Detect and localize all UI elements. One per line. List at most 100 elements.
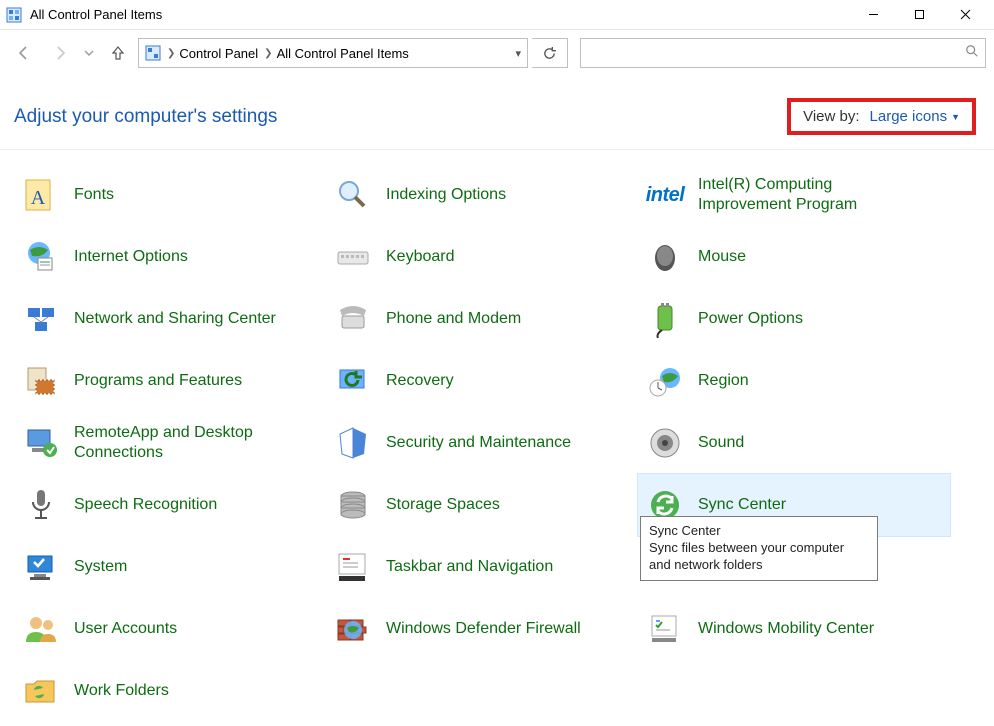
- breadcrumb-root-label: Control Panel: [179, 46, 258, 61]
- firewall-icon: [334, 610, 372, 648]
- programs-features-icon: [22, 362, 60, 400]
- chevron-down-icon: ▼: [951, 112, 960, 122]
- remoteapp-icon: [22, 424, 60, 462]
- item-recovery[interactable]: Recovery: [326, 350, 638, 412]
- item-fonts[interactable]: A Fonts: [14, 164, 326, 226]
- item-storage-spaces[interactable]: Storage Spaces: [326, 474, 638, 536]
- breadcrumb-current[interactable]: ❯ All Control Panel Items: [264, 46, 409, 61]
- up-button[interactable]: [102, 37, 134, 69]
- item-network-sharing-center[interactable]: Network and Sharing Center: [14, 288, 326, 350]
- item-user-accounts[interactable]: User Accounts: [14, 598, 326, 660]
- control-panel-grid: A Fonts Indexing Options intel Intel(R) …: [0, 150, 994, 722]
- item-sound[interactable]: Sound: [638, 412, 950, 474]
- taskbar-navigation-icon: [334, 548, 372, 586]
- address-bar[interactable]: ❯ Control Panel ❯ All Control Panel Item…: [138, 38, 528, 68]
- item-label: Internet Options: [74, 247, 188, 267]
- item-label: Mouse: [698, 247, 746, 267]
- item-label: Fonts: [74, 185, 114, 205]
- item-label: Programs and Features: [74, 371, 242, 391]
- item-work-folders[interactable]: Work Folders: [14, 660, 326, 722]
- item-indexing-options[interactable]: Indexing Options: [326, 164, 638, 226]
- item-label: Indexing Options: [386, 185, 506, 205]
- item-taskbar-navigation[interactable]: Taskbar and Navigation: [326, 536, 638, 598]
- svg-text:A: A: [31, 187, 46, 209]
- item-label: Intel(R) Computing Improvement Program: [698, 175, 928, 215]
- breadcrumb-current-label: All Control Panel Items: [277, 46, 409, 61]
- item-label: Security and Maintenance: [386, 433, 571, 453]
- system-icon: [22, 548, 60, 586]
- item-label: Windows Defender Firewall: [386, 619, 581, 639]
- item-phone-modem[interactable]: Phone and Modem: [326, 288, 638, 350]
- item-security-maintenance[interactable]: Security and Maintenance: [326, 412, 638, 474]
- item-label: Region: [698, 371, 749, 391]
- intel-logo-text: intel: [646, 184, 685, 207]
- mobility-center-icon: [646, 610, 684, 648]
- tooltip-body: Sync files between your computer and net…: [649, 540, 869, 574]
- item-keyboard[interactable]: Keyboard: [326, 226, 638, 288]
- user-accounts-icon: [22, 610, 60, 648]
- recent-locations-dropdown[interactable]: [80, 37, 98, 69]
- item-label: Storage Spaces: [386, 495, 500, 515]
- item-label: RemoteApp and Desktop Connections: [74, 423, 304, 463]
- power-options-icon: [646, 300, 684, 338]
- region-icon: [646, 362, 684, 400]
- tooltip-title: Sync Center: [649, 523, 869, 540]
- close-button[interactable]: [942, 0, 988, 30]
- mouse-icon: [646, 238, 684, 276]
- item-mouse[interactable]: Mouse: [638, 226, 950, 288]
- item-internet-options[interactable]: Internet Options: [14, 226, 326, 288]
- item-programs-features[interactable]: Programs and Features: [14, 350, 326, 412]
- item-label: Network and Sharing Center: [74, 309, 276, 329]
- item-label: Recovery: [386, 371, 454, 391]
- refresh-button[interactable]: [532, 38, 568, 68]
- item-label: Sync Center: [698, 495, 786, 515]
- search-icon: [965, 44, 979, 58]
- titlebar: All Control Panel Items: [0, 0, 994, 30]
- item-label: Sound: [698, 433, 744, 453]
- item-label: System: [74, 557, 127, 577]
- chevron-right-icon: ❯: [167, 48, 175, 59]
- security-maintenance-icon: [334, 424, 372, 462]
- item-intel-computing-improvement[interactable]: intel Intel(R) Computing Improvement Pro…: [638, 164, 950, 226]
- item-speech-recognition[interactable]: Speech Recognition: [14, 474, 326, 536]
- item-windows-defender-firewall[interactable]: Windows Defender Firewall: [326, 598, 638, 660]
- item-label: Phone and Modem: [386, 309, 521, 329]
- back-button[interactable]: [8, 37, 40, 69]
- item-region[interactable]: Region: [638, 350, 950, 412]
- maximize-button[interactable]: [896, 0, 942, 30]
- sound-icon: [646, 424, 684, 462]
- view-by-highlight: View by: Large icons ▼: [787, 98, 976, 135]
- item-system[interactable]: System: [14, 536, 326, 598]
- tooltip-sync-center: Sync Center Sync files between your comp…: [640, 516, 878, 581]
- keyboard-icon: [334, 238, 372, 276]
- indexing-icon: [334, 176, 372, 214]
- view-by-value-text: Large icons: [870, 108, 948, 125]
- chevron-right-icon: ❯: [264, 48, 272, 59]
- speech-recognition-icon: [22, 486, 60, 524]
- window-title: All Control Panel Items: [30, 7, 162, 22]
- recovery-icon: [334, 362, 372, 400]
- storage-spaces-icon: [334, 486, 372, 524]
- item-label: Taskbar and Navigation: [386, 557, 553, 577]
- item-label: Keyboard: [386, 247, 455, 267]
- phone-modem-icon: [334, 300, 372, 338]
- minimize-button[interactable]: [850, 0, 896, 30]
- fonts-icon: A: [22, 176, 60, 214]
- item-windows-mobility-center[interactable]: Windows Mobility Center: [638, 598, 950, 660]
- header-row: Adjust your computer's settings View by:…: [0, 76, 994, 149]
- forward-button[interactable]: [44, 37, 76, 69]
- search-input[interactable]: [580, 38, 986, 68]
- view-by-dropdown[interactable]: Large icons ▼: [870, 108, 960, 125]
- control-panel-icon: [6, 7, 22, 23]
- item-label: Work Folders: [74, 681, 169, 701]
- breadcrumb-root[interactable]: ❯ Control Panel: [167, 46, 258, 61]
- internet-options-icon: [22, 238, 60, 276]
- navbar: ❯ Control Panel ❯ All Control Panel Item…: [0, 30, 994, 76]
- address-icon: [145, 45, 161, 61]
- item-remoteapp-desktop-connections[interactable]: RemoteApp and Desktop Connections: [14, 412, 326, 474]
- page-title: Adjust your computer's settings: [14, 106, 277, 128]
- network-icon: [22, 300, 60, 338]
- address-dropdown-icon[interactable]: ▾: [515, 47, 521, 60]
- item-label: Speech Recognition: [74, 495, 217, 515]
- item-power-options[interactable]: Power Options: [638, 288, 950, 350]
